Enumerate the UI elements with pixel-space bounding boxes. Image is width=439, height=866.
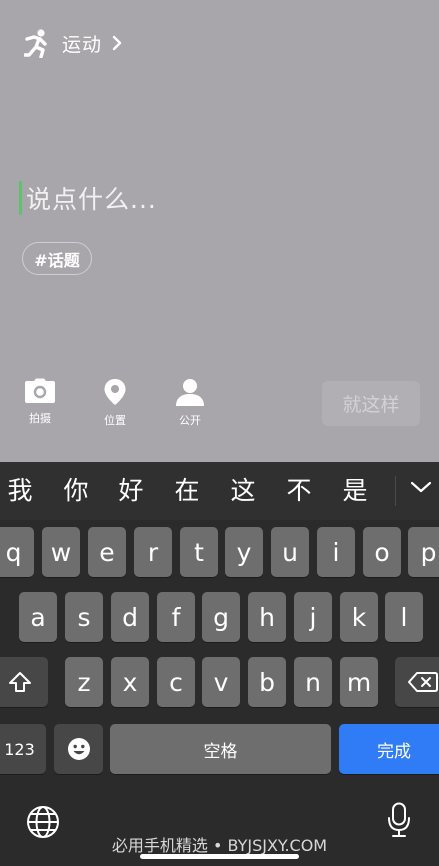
- location-button[interactable]: 位置: [85, 378, 145, 428]
- photo-label: 拍摄: [29, 412, 51, 425]
- shift-arrow-icon: [9, 672, 31, 692]
- topic-tag-button[interactable]: #话题: [22, 242, 92, 275]
- key-d[interactable]: d: [111, 592, 149, 642]
- smiley-icon: [67, 738, 90, 760]
- key-i[interactable]: i: [317, 527, 355, 577]
- person-icon: [176, 379, 204, 406]
- delete-key[interactable]: [395, 657, 439, 707]
- location-label: 位置: [104, 414, 126, 427]
- chevron-right-icon: [112, 35, 122, 51]
- key-f[interactable]: f: [157, 592, 195, 642]
- visibility-label: 公开: [179, 414, 201, 427]
- key-n[interactable]: n: [294, 657, 332, 707]
- candidate-divider: [395, 476, 396, 506]
- camera-icon: [25, 378, 55, 403]
- visibility-button[interactable]: 公开: [160, 378, 220, 428]
- running-person-icon: [24, 29, 47, 58]
- key-t[interactable]: t: [180, 527, 218, 577]
- candidate-word[interactable]: 好: [114, 476, 148, 506]
- key-y[interactable]: y: [225, 527, 263, 577]
- topic-tag-label: #话题: [34, 250, 80, 270]
- key-h[interactable]: h: [248, 592, 286, 642]
- post-text-input[interactable]: [26, 178, 406, 220]
- shift-key[interactable]: [0, 657, 48, 707]
- key-j[interactable]: j: [294, 592, 332, 642]
- key-r[interactable]: r: [134, 527, 172, 577]
- candidate-word[interactable]: 我: [3, 476, 37, 506]
- candidate-word[interactable]: 这: [226, 476, 260, 506]
- key-p[interactable]: p: [408, 527, 439, 577]
- key-w[interactable]: w: [42, 527, 80, 577]
- done-key[interactable]: 完成: [339, 724, 439, 774]
- candidate-word[interactable]: 是: [338, 476, 372, 506]
- submit-button[interactable]: 就这样: [322, 381, 420, 426]
- key-o[interactable]: o: [363, 527, 401, 577]
- key-x[interactable]: x: [111, 657, 149, 707]
- key-b[interactable]: b: [248, 657, 286, 707]
- submit-label: 就这样: [342, 394, 400, 416]
- text-cursor: [19, 181, 22, 215]
- candidate-word[interactable]: 在: [170, 476, 204, 506]
- sport-selector[interactable]: 运动: [24, 27, 123, 59]
- key-q[interactable]: q: [0, 527, 34, 577]
- key-a[interactable]: a: [19, 592, 57, 642]
- key-k[interactable]: k: [340, 592, 378, 642]
- chevron-down-icon[interactable]: [410, 480, 432, 494]
- sport-label: 运动: [62, 33, 103, 56]
- key-c[interactable]: c: [157, 657, 195, 707]
- candidate-word[interactable]: 你: [59, 476, 93, 506]
- compose-area: 运动 #话题 拍摄 位置 公开 就这样: [0, 0, 439, 462]
- key-v[interactable]: v: [202, 657, 240, 707]
- backspace-icon: [408, 672, 438, 692]
- candidate-bar: 我 你 好 在 这 不 是: [0, 462, 439, 520]
- numbers-key[interactable]: 123: [0, 724, 46, 774]
- key-u[interactable]: u: [271, 527, 309, 577]
- space-key[interactable]: 空格: [110, 724, 331, 774]
- location-pin-icon: [104, 379, 126, 405]
- key-m[interactable]: m: [340, 657, 378, 707]
- photo-button[interactable]: 拍摄: [10, 378, 70, 426]
- key-z[interactable]: z: [65, 657, 103, 707]
- key-s[interactable]: s: [65, 592, 103, 642]
- key-g[interactable]: g: [202, 592, 240, 642]
- key-l[interactable]: l: [385, 592, 423, 642]
- emoji-key[interactable]: [54, 724, 103, 774]
- home-indicator: [140, 854, 299, 859]
- candidate-word[interactable]: 不: [282, 476, 316, 506]
- key-e[interactable]: e: [88, 527, 126, 577]
- watermark-text: 必用手机精选 • BYJSJXY.COM: [111, 836, 328, 855]
